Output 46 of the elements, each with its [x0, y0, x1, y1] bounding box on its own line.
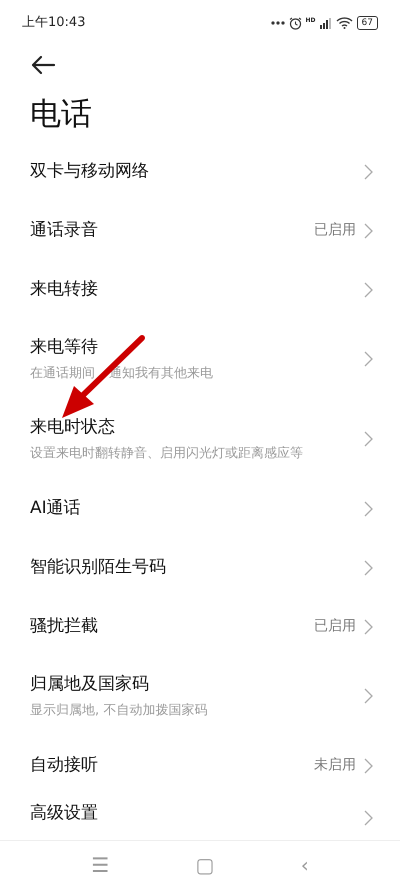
item-title: 双卡与移动网络 — [30, 160, 150, 184]
settings-item[interactable]: AI通话 — [0, 479, 400, 538]
item-title: 骚扰拦截 — [30, 615, 99, 638]
settings-item[interactable]: 来电转接 — [0, 260, 400, 320]
item-subtitle: 显示归属地, 不自动加拨国家码 — [30, 702, 208, 720]
item-status: 已启用 — [314, 221, 356, 240]
settings-item[interactable]: 高级设置 — [0, 795, 400, 828]
alarm-icon — [288, 16, 302, 30]
chevron-right-icon — [364, 688, 373, 704]
item-title: 智能识别陌生号码 — [30, 556, 167, 580]
item-status: 已启用 — [314, 617, 356, 636]
wifi-icon — [336, 17, 353, 29]
chevron-right-icon — [364, 431, 373, 448]
chevron-right-icon — [364, 758, 373, 774]
settings-item[interactable]: 骚扰拦截 已启用 — [0, 597, 400, 656]
back-icon[interactable] — [30, 54, 56, 76]
item-title: 通话录音 — [30, 219, 99, 242]
settings-item[interactable]: 归属地及国家码 显示归属地, 不自动加拨国家码 — [0, 656, 400, 736]
chevron-right-icon — [364, 351, 373, 368]
item-title: 自动接听 — [30, 754, 99, 778]
settings-item[interactable]: 智能识别陌生号码 — [0, 538, 400, 598]
page-title: 电话 — [30, 95, 93, 134]
item-title: 来电时状态 — [30, 416, 116, 440]
item-title: 来电等待 — [30, 336, 99, 360]
settings-item[interactable]: 双卡与移动网络 — [0, 142, 400, 202]
more-dots-icon — [270, 21, 285, 25]
signal-icon — [320, 18, 332, 28]
chevron-right-icon — [364, 810, 373, 826]
chevron-right-icon — [364, 164, 373, 180]
item-title: 归属地及国家码 — [30, 673, 150, 696]
chevron-right-icon — [364, 500, 373, 517]
battery-level: 67 — [356, 16, 378, 30]
settings-item[interactable]: 自动接听 未启用 — [0, 736, 400, 796]
settings-item[interactable]: 来电时状态 设置来电时翻转静音、启用闪光灯或距离感应等 — [0, 399, 400, 480]
item-title: AI通话 — [30, 497, 82, 520]
item-status: 未启用 — [314, 756, 356, 776]
status-time: 上午10:43 — [22, 14, 86, 32]
item-title: 高级设置 — [30, 802, 99, 825]
item-subtitle: 在通话期间 — [30, 364, 95, 383]
settings-item[interactable]: 通话录音 已启用 — [0, 201, 400, 260]
item-subtitle: 设置来电时翻转静音、启用闪光灯或距离感应等 — [30, 444, 304, 463]
chevron-right-icon — [364, 282, 373, 298]
chevron-right-icon — [364, 560, 373, 576]
chevron-right-icon — [364, 222, 373, 239]
chevron-right-icon — [364, 618, 373, 635]
item-title: 来电转接 — [30, 278, 99, 302]
